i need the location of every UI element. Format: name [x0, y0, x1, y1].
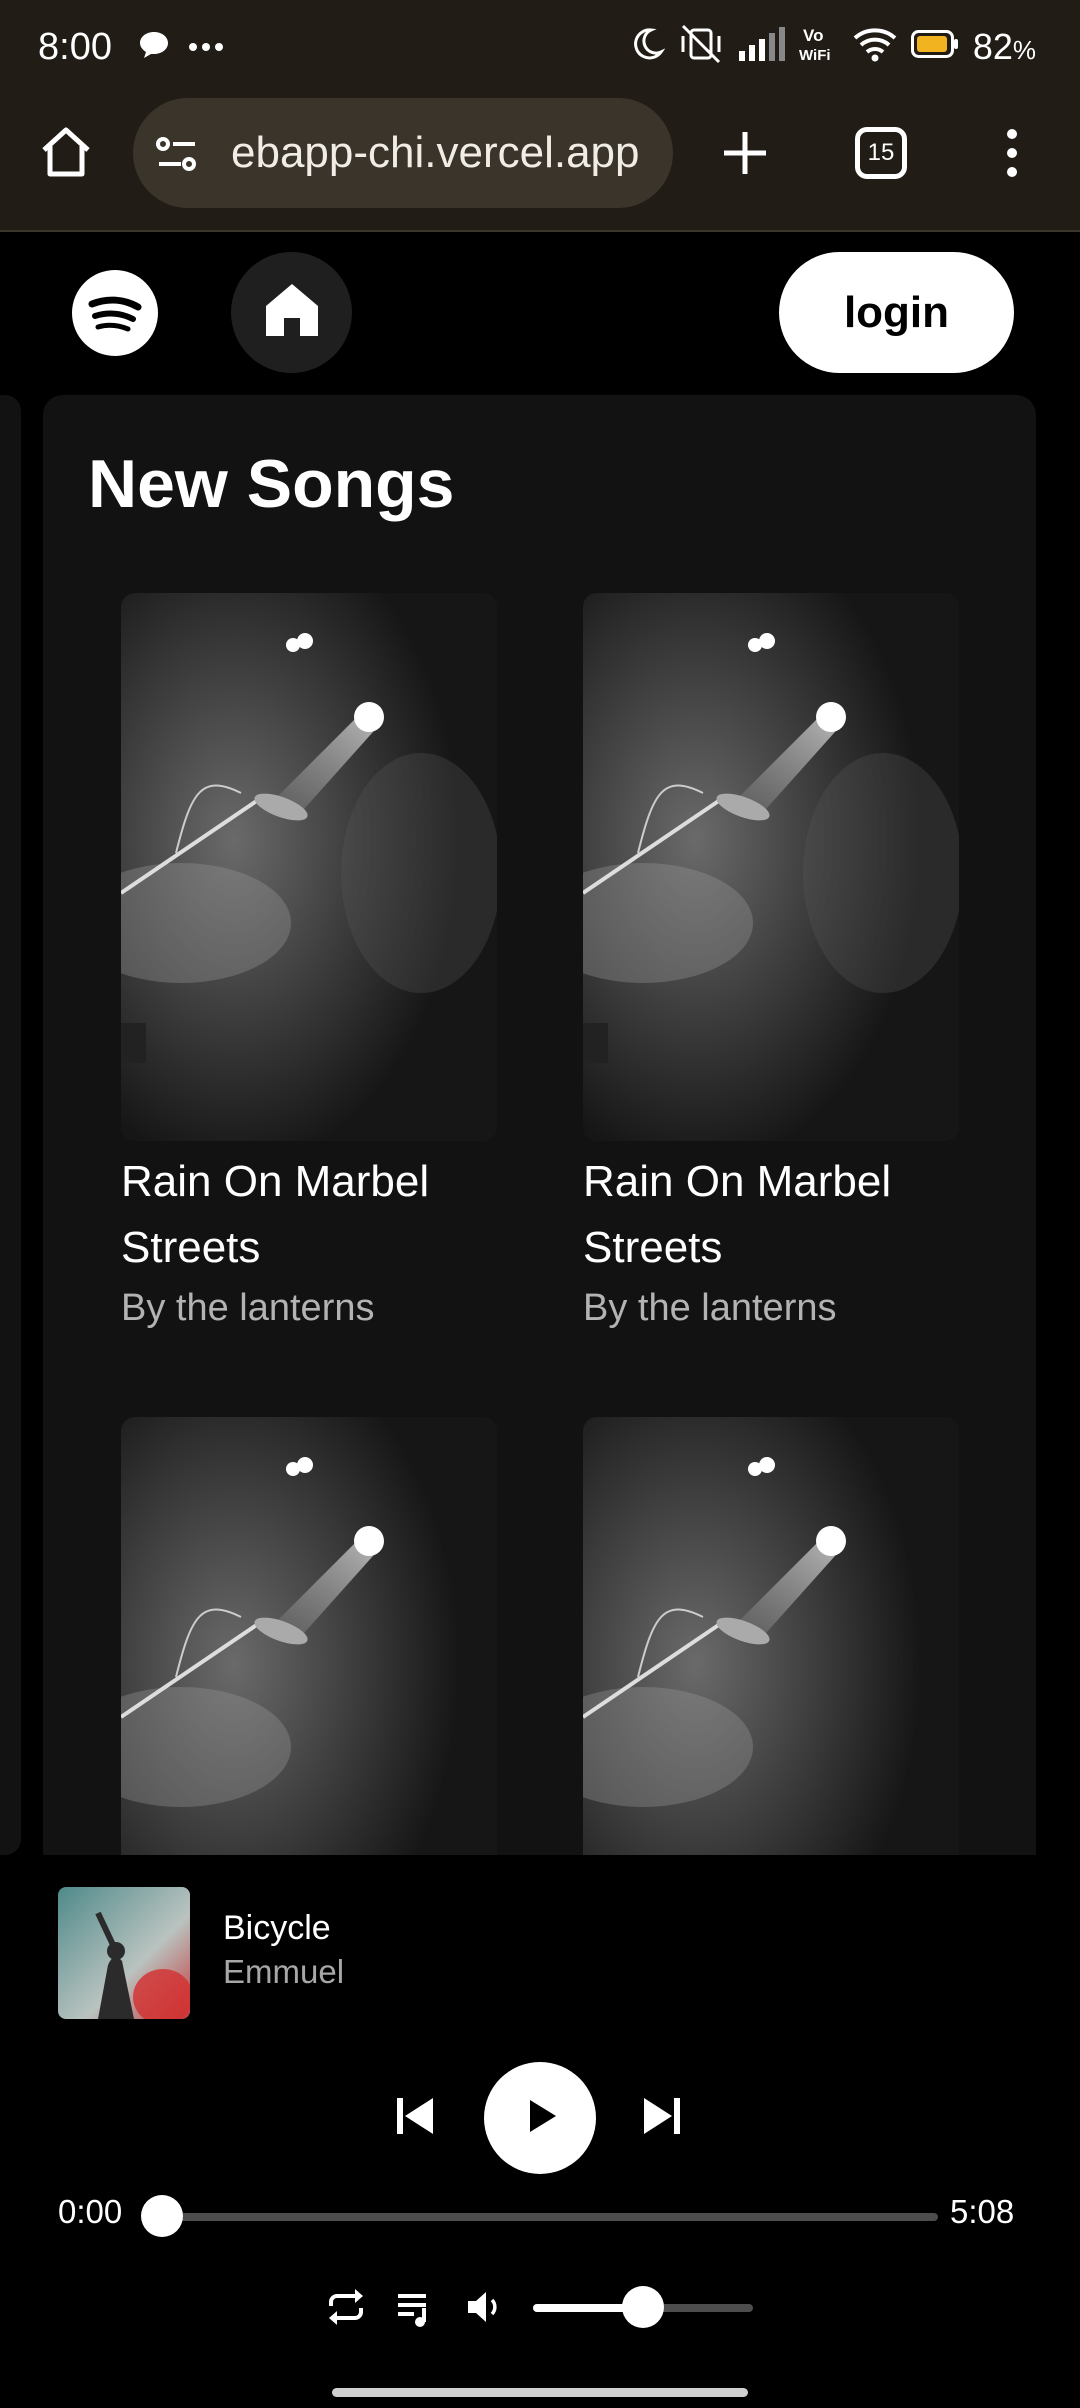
- signal-icon: [737, 27, 785, 66]
- song-cover-image: [583, 593, 959, 1141]
- home-icon[interactable]: [38, 124, 94, 185]
- wifi-icon: [853, 26, 897, 67]
- svg-text:WiFi: WiFi: [799, 47, 831, 64]
- song-title: Rain On Marbel Streets: [583, 1157, 892, 1272]
- login-button[interactable]: login: [779, 252, 1014, 373]
- queue-button[interactable]: [389, 2283, 441, 2335]
- song-card[interactable]: [583, 1417, 959, 1855]
- spotify-logo-icon[interactable]: [72, 270, 158, 356]
- battery-percent: 82%: [972, 25, 1036, 67]
- play-icon: [520, 2096, 560, 2141]
- site-settings-icon[interactable]: [155, 134, 199, 179]
- progress-thumb[interactable]: [141, 2195, 183, 2237]
- left-sidebar-edge: [0, 395, 21, 1855]
- play-button[interactable]: [484, 2062, 596, 2174]
- now-playing-cover: [58, 1887, 190, 2019]
- url-bar[interactable]: ebapp-chi.vercel.app: [133, 98, 673, 208]
- new-songs-panel: New Songs Rain On Marbel Streets By the …: [43, 395, 1036, 1855]
- current-time: 0:00: [58, 2193, 123, 2230]
- song-artist: By the lanterns: [583, 1287, 837, 1329]
- moon-icon: [629, 26, 666, 67]
- track-title: Bicycle: [223, 1909, 331, 1947]
- previous-icon: [393, 2094, 437, 2143]
- progress-slider[interactable]: [141, 2195, 938, 2237]
- track-artist: Emmuel: [223, 1953, 345, 1990]
- overflow-menu-icon[interactable]: [1002, 128, 1022, 183]
- total-time: 5:08: [950, 2193, 1015, 2230]
- url-text[interactable]: ebapp-chi.vercel.app: [231, 128, 661, 178]
- next-icon: [640, 2094, 684, 2143]
- section-title: New Songs: [88, 446, 455, 522]
- song-cover-image: [583, 1417, 959, 1855]
- song-card[interactable]: Rain On Marbel Streets By the lanterns: [121, 593, 497, 1335]
- system-home-indicator[interactable]: [332, 2388, 748, 2397]
- tab-switcher-icon[interactable]: 15: [855, 127, 907, 179]
- repeat-button[interactable]: [320, 2283, 372, 2335]
- song-cover-image: [121, 1417, 497, 1855]
- previous-button[interactable]: [389, 2088, 441, 2148]
- home-button[interactable]: [231, 252, 352, 373]
- song-card[interactable]: Rain On Marbel Streets By the lanterns: [583, 593, 959, 1335]
- now-playing-bar: Bicycle Emmuel 0:00 5:08: [0, 1855, 1080, 2408]
- song-card[interactable]: [121, 1417, 497, 1855]
- song-artist: By the lanterns: [121, 1287, 375, 1329]
- volume-thumb[interactable]: [622, 2286, 664, 2328]
- next-button[interactable]: [636, 2088, 688, 2148]
- song-cover-image: [121, 593, 497, 1141]
- status-bar: 8:00 Vo WiFi 82%: [0, 0, 1080, 96]
- volume-button[interactable]: [459, 2283, 511, 2335]
- new-tab-icon[interactable]: [720, 128, 770, 183]
- more-dots-icon: [188, 39, 224, 57]
- battery-icon: [910, 30, 959, 63]
- vibrate-off-icon: [679, 24, 723, 69]
- chat-bubble-icon: [138, 30, 170, 65]
- status-time: 8:00: [38, 26, 112, 68]
- volume-icon: [464, 2286, 506, 2333]
- volume-slider[interactable]: [533, 2286, 753, 2328]
- repeat-icon: [325, 2286, 367, 2333]
- vowifi-icon: Vo WiFi: [799, 24, 839, 69]
- song-title: Rain On Marbel Streets: [121, 1157, 430, 1272]
- svg-text:Vo: Vo: [803, 26, 823, 45]
- queue-icon: [394, 2286, 436, 2333]
- home-icon: [262, 280, 322, 345]
